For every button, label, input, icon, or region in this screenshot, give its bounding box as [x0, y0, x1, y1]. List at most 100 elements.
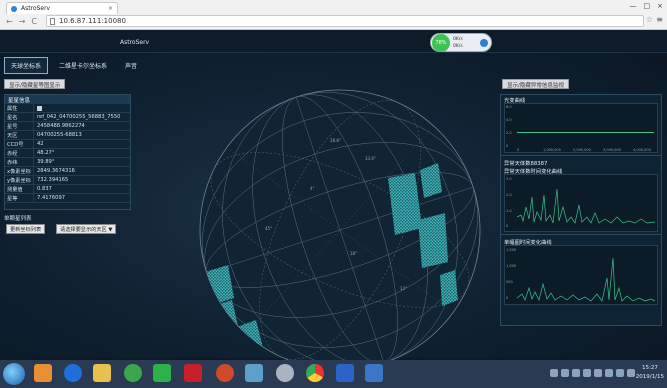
- app-topbar: AstroServ 78% 0K/s 0K/s: [0, 30, 667, 53]
- row-key: 星名: [5, 113, 34, 121]
- single-image-chart-title: 单幅图时间变化曲线: [504, 240, 552, 246]
- y-tick-label: 500: [506, 280, 513, 284]
- app-area: AstroServ 78% 0K/s 0K/s 天球坐标系 二维星卡尔坐标系 声…: [0, 30, 667, 371]
- y-tick-label: 0: [506, 224, 509, 228]
- system-tray: [550, 369, 635, 377]
- tray-icon[interactable]: [627, 369, 635, 377]
- table-row: 赤纬 39.89°: [5, 158, 130, 167]
- row-value: 48.27°: [37, 150, 55, 156]
- y-tick-label: 2.0: [506, 131, 512, 135]
- page-icon: [50, 18, 55, 25]
- tray-icon[interactable]: [616, 369, 624, 377]
- favicon-icon: [11, 6, 17, 12]
- table-row: y像素坐标 732.394165: [5, 176, 130, 185]
- system-clock[interactable]: 15:27 2019/1/15: [636, 364, 664, 382]
- tab-celestial[interactable]: 天球坐标系: [4, 57, 49, 74]
- table-row: 天区 04700255-68813: [5, 131, 130, 140]
- folder-icon[interactable]: [93, 364, 111, 382]
- tab-close-icon[interactable]: ×: [108, 5, 113, 12]
- forward-button[interactable]: →: [19, 17, 26, 26]
- tray-icon[interactable]: [605, 369, 613, 377]
- row-key: 赤纬: [5, 158, 34, 166]
- reload-button[interactable]: C: [31, 17, 37, 26]
- toggle-star-panel-button[interactable]: 显示/隐藏星等图显示: [4, 79, 66, 89]
- table-row: 赤经 48.27°: [5, 149, 130, 158]
- close-window-button[interactable]: ×: [657, 2, 663, 10]
- row-value: 04700255-68813: [37, 132, 82, 138]
- gauge-stat-up: 0K/s: [453, 37, 463, 42]
- gauge-logo-icon: [480, 39, 488, 47]
- bookmark-star-icon[interactable]: ☆: [646, 15, 653, 24]
- tab-sound[interactable]: 声音: [118, 57, 144, 74]
- row-value: 7.4176097: [37, 195, 66, 201]
- address-text: 10.6.87.111:10080: [59, 17, 126, 25]
- speed-gauge[interactable]: 78% 0K/s 0K/s: [430, 33, 492, 52]
- app-icon[interactable]: [124, 364, 142, 382]
- row-value: 2458488.9862274: [37, 123, 85, 129]
- svg-text:18°: 18°: [350, 251, 357, 256]
- app-icon[interactable]: [216, 364, 234, 382]
- x-tick-label: 4,000,000: [633, 148, 651, 152]
- app-icon[interactable]: [64, 364, 82, 382]
- row-key: y像素坐标: [5, 176, 34, 184]
- table-row: 星名 ref_042_04700255_56883_7550: [5, 113, 130, 122]
- app-icon[interactable]: [336, 364, 354, 382]
- toggle-anomaly-panel-button[interactable]: 显示/隐藏异常信息监视: [502, 79, 569, 89]
- tray-icon[interactable]: [572, 369, 580, 377]
- anomaly-monitor-panel: 光变曲线 6.0 4.0 2.0 0 0 1,000,000 2,000,000…: [500, 94, 662, 326]
- chrome-icon[interactable]: [306, 364, 324, 382]
- row-value: [34, 104, 130, 112]
- maximize-button[interactable]: □: [644, 2, 651, 10]
- y-tick-label: 1,500: [506, 248, 517, 252]
- row-key: 赤经: [5, 149, 34, 157]
- start-button-icon[interactable]: [3, 363, 25, 385]
- clock-date: 2019/1/15: [635, 374, 664, 380]
- row-value: 39.89°: [37, 159, 55, 165]
- row-key: 属性: [5, 104, 34, 112]
- app-icon[interactable]: [184, 364, 202, 382]
- single-image-chart: 1,500 1,000 500 0: [504, 245, 658, 305]
- tray-icon[interactable]: [583, 369, 591, 377]
- light-curve-line: [517, 132, 654, 133]
- row-key: CCD号: [5, 140, 34, 148]
- app-icon[interactable]: [34, 364, 52, 382]
- wechat-icon[interactable]: [153, 364, 171, 382]
- star-list-title: 单颗星列表: [4, 216, 32, 222]
- browser-tab-title: AstroServ: [21, 5, 51, 12]
- app-icon[interactable]: [276, 364, 294, 382]
- row-key: 测量值: [5, 185, 34, 193]
- browser-chrome: AstroServ × — □ × ← → C 10.6.87.111:1008…: [0, 0, 667, 30]
- tab-2d[interactable]: 二维星卡尔坐标系: [52, 57, 114, 74]
- table-row: 星等 7.4176097: [5, 194, 130, 203]
- y-tick-label: 1,000: [506, 264, 517, 268]
- y-tick-label: 4.0: [506, 118, 512, 122]
- tray-icon[interactable]: [561, 369, 569, 377]
- divider: [501, 155, 661, 156]
- star-info-panel: 星星信息 属性 星名 ref_042_04700255_56883_7550 星号…: [4, 94, 131, 210]
- svg-text:45°: 45°: [265, 226, 272, 231]
- svg-text:33.6°: 33.6°: [365, 156, 376, 161]
- color-swatch-icon: [37, 106, 42, 111]
- update-list-button[interactable]: 更新坐标列表: [6, 224, 46, 234]
- anomaly-count-chart: 3.0 2.0 1.0 0: [504, 174, 658, 232]
- back-button[interactable]: ←: [6, 17, 13, 26]
- app-icon[interactable]: [245, 364, 263, 382]
- celestial-sphere[interactable]: 28.8° 33.6° 4° 18° 45° 12°: [190, 80, 490, 380]
- table-row: 测量值 0.837: [5, 185, 130, 194]
- app-title: AstroServ: [120, 39, 150, 46]
- sky-region-select[interactable]: 请选择要显示的天区 ▼: [56, 224, 117, 234]
- minimize-button[interactable]: —: [630, 2, 637, 10]
- browser-tab[interactable]: AstroServ ×: [6, 2, 118, 14]
- gauge-dial: 78%: [432, 34, 450, 52]
- y-tick-label: 1.0: [506, 209, 512, 213]
- address-bar[interactable]: 10.6.87.111:10080: [46, 15, 644, 27]
- row-value: 2849.3674316: [37, 168, 75, 174]
- tray-icon[interactable]: [550, 369, 558, 377]
- word-icon[interactable]: [365, 364, 383, 382]
- svg-text:12°: 12°: [400, 286, 407, 291]
- x-tick-label: 1,000,000: [543, 148, 561, 152]
- nav-buttons: ← → C: [6, 17, 37, 26]
- tray-icon[interactable]: [594, 369, 602, 377]
- table-row: 属性: [5, 104, 130, 113]
- browser-menu-icon[interactable]: ≡: [656, 15, 663, 24]
